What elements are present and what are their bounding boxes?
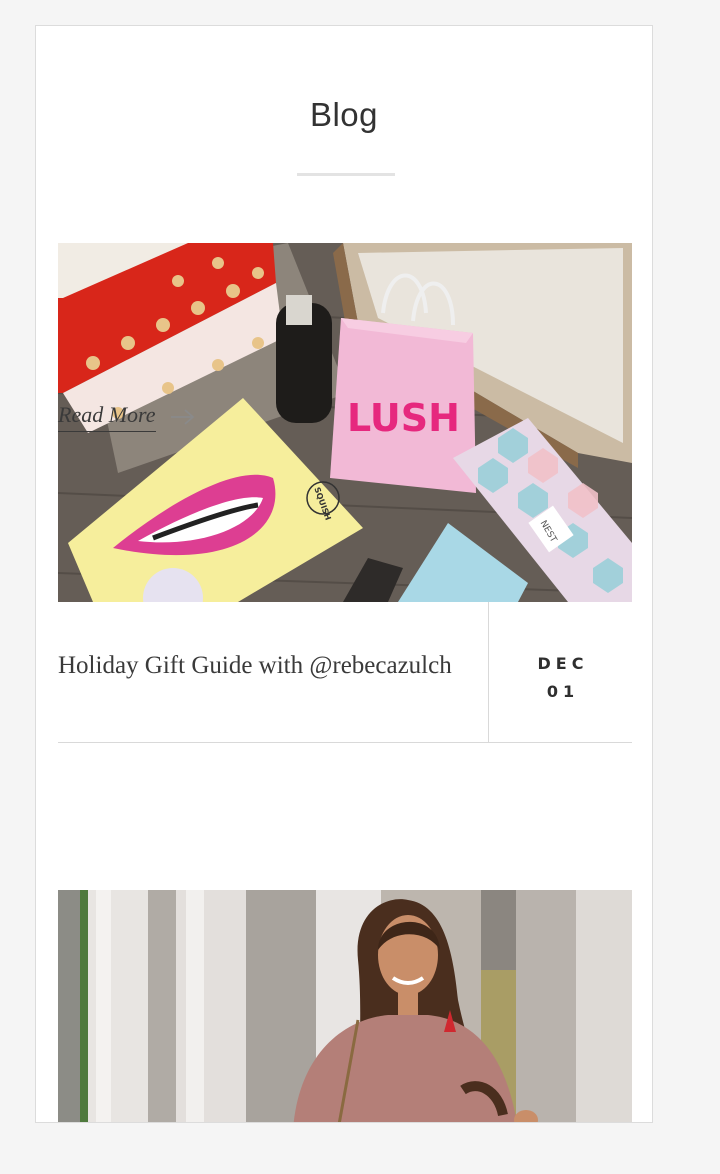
date-day: 01 — [546, 682, 580, 701]
lush-bag-label: LUSH — [347, 396, 460, 440]
blog-card: Blog LUSH SQUISH NEST Holiday Gift Guide… — [35, 25, 653, 1123]
page-title: Blog — [309, 96, 379, 133]
title-divider — [297, 173, 395, 176]
blog-post: LUSH SQUISH NEST Holiday Gift Guide with… — [58, 243, 632, 743]
blog-post — [58, 890, 632, 1122]
read-more-label[interactable]: Read More — [58, 402, 156, 432]
post-title[interactable]: Holiday Gift Guide with @rebecazulch — [58, 649, 458, 683]
arrow-right-icon[interactable] — [170, 408, 196, 426]
read-more-link[interactable]: Read More — [58, 402, 196, 432]
post-meta: Holiday Gift Guide with @rebecazulch DEC… — [58, 602, 632, 743]
post-date: DEC 01 — [489, 650, 632, 706]
date-month: DEC — [537, 654, 589, 673]
post-image[interactable] — [58, 890, 632, 1122]
